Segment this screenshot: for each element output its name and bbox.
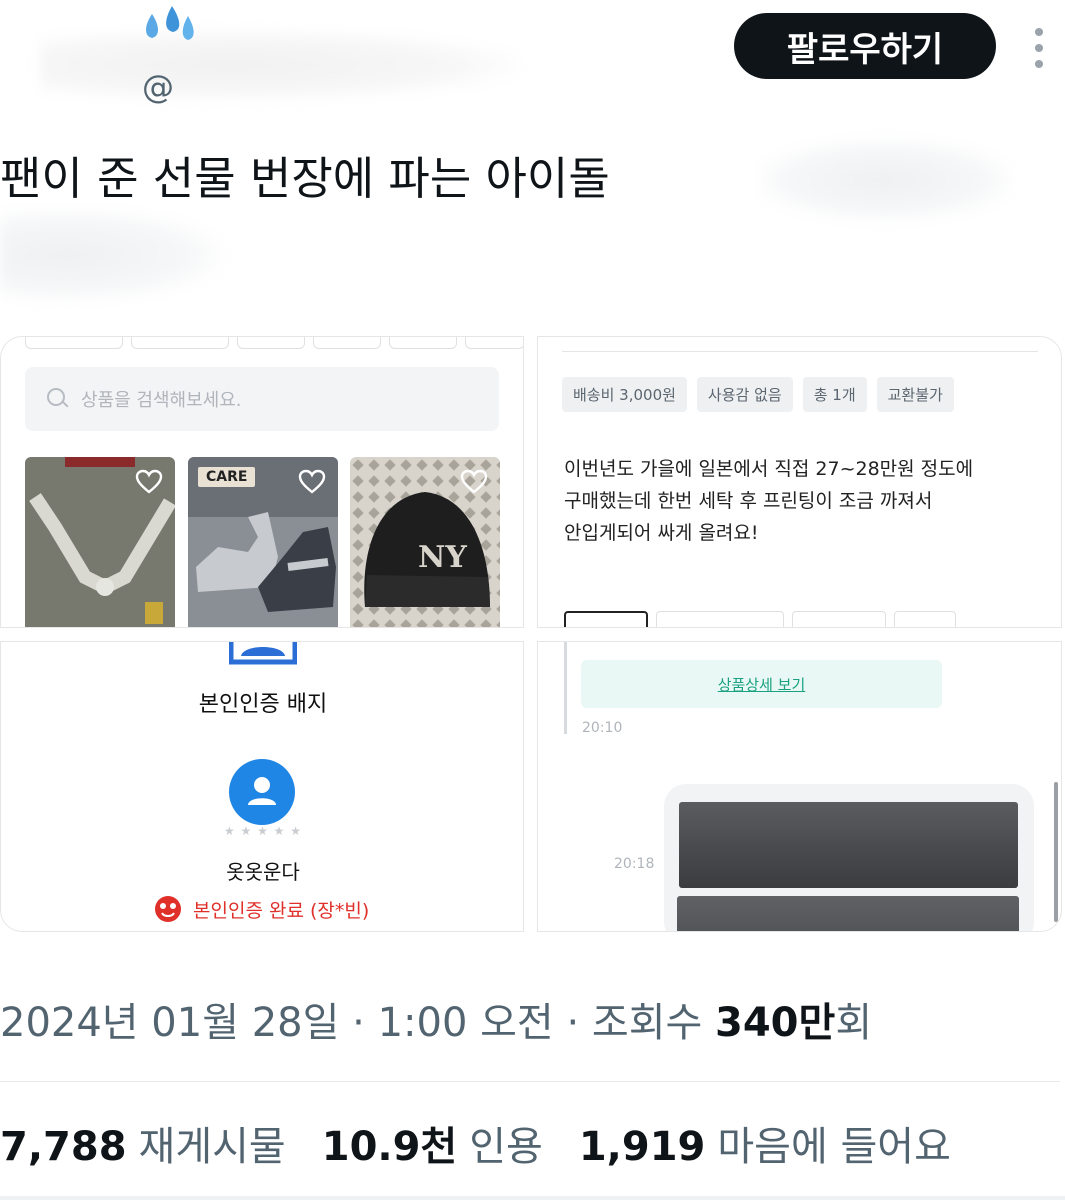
search-bar: 상품을 검색해보세요. — [25, 367, 499, 431]
media-image-listing[interactable]: 배송비 3,000원 사용감 없음 총 1개 교환불가 이번년도 가을에 일본에… — [537, 336, 1062, 628]
retweets-count: 7,788 — [0, 1124, 127, 1170]
post-date[interactable]: 2024년 01월 28일 — [0, 1000, 339, 1046]
follow-button[interactable]: 팔로우하기 — [734, 13, 996, 79]
retweets-label: 재게시물 — [138, 1124, 286, 1170]
divider — [0, 1081, 1060, 1082]
tweet-meta: 2024년 01월 28일 · 1:00 오전 · 조회수 340만회 — [0, 990, 872, 1048]
verified-emoji-icon — [155, 896, 181, 922]
verified-status: 본인인증 완료 (장*빈) — [153, 894, 369, 924]
tag-condition: 사용감 없음 — [696, 377, 793, 412]
tag-shipping: 배송비 3,000원 — [562, 377, 687, 412]
redacted-display-name — [40, 30, 520, 100]
redacted-text — [760, 140, 1010, 220]
views-suffix: 회 — [835, 1000, 873, 1046]
avatar — [229, 759, 295, 825]
search-placeholder: 상품을 검색해보세요. — [81, 390, 242, 411]
separator: · — [553, 1000, 592, 1046]
divider — [0, 1196, 1065, 1200]
media-image-profile[interactable]: 본인인증 배지 ★ ★ ★ ★ ★ 옷옷운다 본인인증 완료 (장*빈) — [0, 641, 524, 932]
sweat-drops-emoji-icon — [146, 6, 194, 40]
views-label: 조회수 — [591, 1000, 703, 1046]
more-options-icon[interactable] — [1030, 28, 1048, 68]
chat-timestamp: 20:10 — [582, 720, 623, 736]
product-thumb-sneakers: CARE — [188, 457, 338, 627]
product-detail-button: 상품상세 보기 — [581, 660, 942, 708]
description-line: 구매했는데 한번 세탁 후 프린팅이 조금 까져서 — [564, 490, 933, 512]
svg-text:NY: NY — [418, 540, 467, 575]
chat-photo-box — [677, 896, 1019, 931]
scrollbar — [1054, 782, 1058, 922]
post-time[interactable]: 1:00 오전 — [378, 1000, 554, 1046]
likes-label: 마음에 들어요 — [717, 1124, 951, 1170]
media-image-shop[interactable]: 상품을 검색해보세요. CARE NY — [0, 336, 524, 628]
rating-stars-icon: ★ ★ ★ ★ ★ — [223, 824, 303, 838]
category-chips — [25, 337, 523, 349]
product-detail-link: 상품상세 보기 — [717, 675, 806, 694]
tag-exchange: 교환불가 — [876, 377, 954, 412]
heart-icon — [298, 469, 326, 494]
verified-text: 본인인증 완료 (장*빈) — [193, 899, 370, 922]
likes-count: 1,919 — [578, 1124, 706, 1170]
product-thumb-shirt — [25, 457, 175, 627]
description-line: 안입게되어 싸게 올려요! — [564, 522, 759, 544]
divider — [562, 351, 1038, 352]
care-badge: CARE — [198, 467, 256, 487]
verification-badge-icon — [229, 642, 297, 665]
seller-nickname: 옷옷운다 — [226, 860, 300, 884]
tweet-text: 팬이 준 선물 번장에 파는 아이돌 — [0, 152, 610, 205]
separator: · — [339, 1000, 378, 1046]
quotes-label: 인용 — [469, 1124, 543, 1170]
retweets-stat[interactable]: 7,788 재게시물 — [0, 1114, 286, 1172]
quotes-count: 10.9천 — [321, 1124, 458, 1170]
engagement-stats: 7,788 재게시물 10.9천 인용 1,919 마음에 들어요 — [0, 1114, 951, 1172]
product-thumb-beanie: NY — [350, 457, 500, 627]
description-line: 이번년도 가을에 일본에서 직접 27~28만원 정도에 — [564, 458, 974, 480]
user-handle[interactable]: @ — [142, 68, 174, 106]
listing-tags: 배송비 3,000원 사용감 없음 총 1개 교환불가 — [562, 377, 954, 412]
heart-icon — [460, 469, 488, 494]
redacted-text — [0, 210, 220, 300]
listing-tabs — [564, 611, 956, 627]
likes-stat[interactable]: 1,919 마음에 들어요 — [579, 1114, 951, 1172]
search-icon — [47, 388, 69, 410]
quotes-stat[interactable]: 10.9천 인용 — [322, 1114, 543, 1172]
views-count: 340만 — [715, 1000, 836, 1046]
tag-quantity: 총 1개 — [802, 377, 867, 412]
chat-thread-line — [564, 642, 567, 734]
listing-description: 이번년도 가을에 일본에서 직접 27~28만원 정도에 구매했는데 한번 세탁… — [564, 453, 973, 549]
user-icon — [248, 777, 276, 805]
chat-photo-box — [679, 802, 1018, 888]
chat-timestamp: 20:18 — [614, 856, 655, 872]
badge-label: 본인인증 배지 — [198, 692, 328, 717]
heart-icon — [135, 469, 163, 494]
media-image-chat[interactable]: 상품상세 보기 20:10 20:18 — [537, 641, 1062, 932]
